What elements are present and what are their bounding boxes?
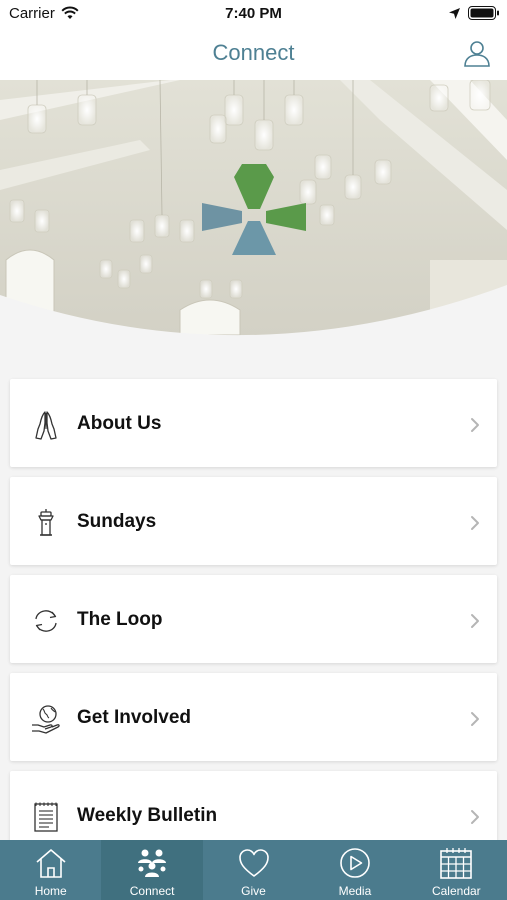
menu-item-label: The Loop <box>77 609 163 630</box>
tab-media[interactable]: Media <box>304 840 405 900</box>
tab-label: Connect <box>129 884 175 898</box>
tab-give[interactable]: Give <box>203 840 304 900</box>
menu-item-get-involved[interactable]: Get Involved <box>10 673 497 761</box>
tab-connect[interactable]: Connect <box>101 840 203 900</box>
menu-item-about-us[interactable]: About Us <box>10 379 497 467</box>
menu-item-label: Weekly Bulletin <box>77 805 218 826</box>
menu-item-sundays[interactable]: Sundays <box>10 477 497 565</box>
tab-label: Home <box>34 884 67 898</box>
tab-bar: Home Connect Give Media Calendar <box>0 840 507 900</box>
sanctuary-photo <box>0 80 507 352</box>
battery-icon <box>468 6 499 20</box>
tab-label: Give <box>241 884 266 898</box>
navigation-bar: Connect <box>0 26 507 80</box>
chevron-right-icon <box>471 712 479 726</box>
status-bar: Carrier 7:40 PM <box>0 0 507 26</box>
location-arrow-icon <box>449 8 460 19</box>
home-icon <box>36 849 66 878</box>
chevron-right-icon <box>471 810 479 824</box>
people-icon <box>138 849 167 877</box>
page-title: Connect <box>212 40 295 65</box>
menu-item-label: Get Involved <box>77 707 192 728</box>
chevron-right-icon <box>471 614 479 628</box>
menu-item-the-loop[interactable]: The Loop <box>10 575 497 663</box>
menu-item-label: About Us <box>77 413 162 434</box>
pulpit-icon <box>38 509 54 536</box>
globe-hand-icon <box>32 705 60 734</box>
tab-label: Media <box>338 884 372 898</box>
heart-icon <box>238 849 269 877</box>
tab-home[interactable]: Home <box>0 840 101 900</box>
chevron-right-icon <box>471 516 479 530</box>
status-time: 7:40 PM <box>225 5 282 22</box>
chevron-right-icon <box>471 418 479 432</box>
praying-hands-icon <box>35 411 57 440</box>
tab-calendar[interactable]: Calendar <box>406 840 507 900</box>
hero-banner <box>0 80 507 352</box>
bulletin-icon <box>34 802 58 832</box>
calendar-icon <box>440 848 473 879</box>
play-icon <box>340 848 370 878</box>
profile-icon[interactable] <box>463 39 491 67</box>
menu-list: About Us Sundays The Loop Get Involved W… <box>10 379 497 869</box>
menu-item-label: Sundays <box>77 511 157 532</box>
tab-label: Calendar <box>431 884 481 898</box>
loop-arrows-icon <box>35 610 57 632</box>
